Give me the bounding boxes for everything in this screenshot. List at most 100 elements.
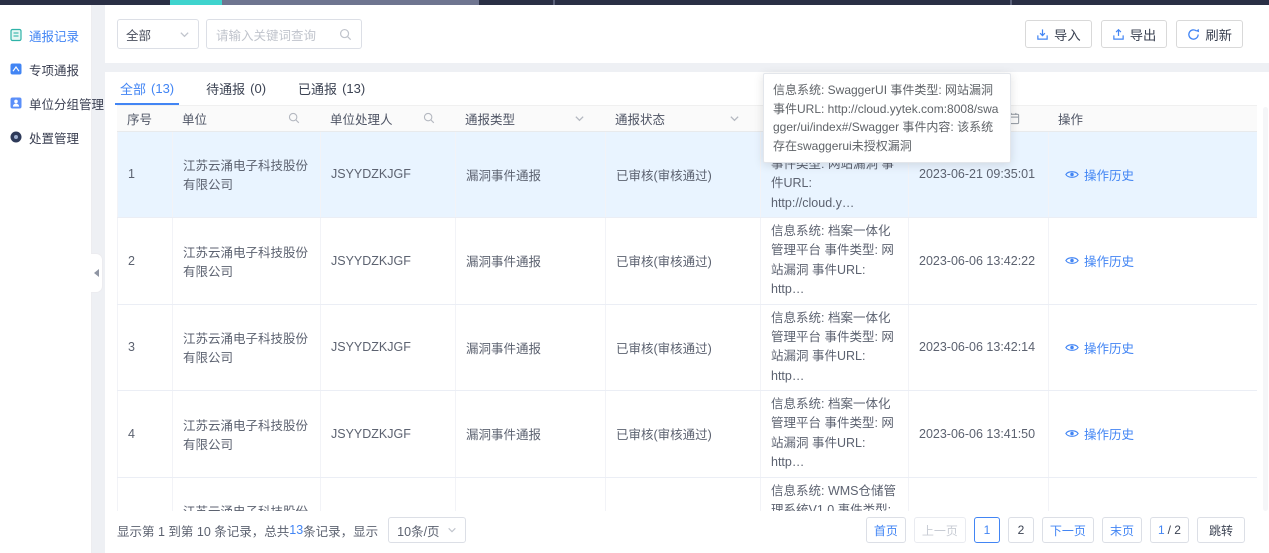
import-button[interactable]: 导入 — [1025, 20, 1092, 48]
cell-report-status: 已审核(审核通过) — [606, 477, 761, 511]
table-header: 序号 单位 单位处理人 通报类型 通报状态 操作 — [117, 106, 1257, 132]
operation-history-label: 操作历史 — [1084, 165, 1134, 184]
cell-report-type: 漏洞事件通报 — [456, 477, 606, 511]
cell-action: 操作历史 — [1049, 477, 1258, 511]
eye-icon — [1065, 428, 1079, 439]
tab-count: (13) — [342, 81, 365, 96]
total-pages: / 2 — [1168, 523, 1181, 537]
sidebar-item-disposal[interactable]: 处置管理 — [0, 120, 91, 154]
operation-history-link[interactable]: 操作历史 — [1059, 251, 1134, 270]
refresh-button[interactable]: 刷新 — [1176, 20, 1243, 48]
cell-index: 4 — [118, 391, 173, 478]
cell-org: 江苏云涌电子科技股份有限公司 — [173, 218, 321, 305]
import-icon — [1036, 28, 1049, 41]
cell-report-type: 漏洞事件通报 — [456, 132, 606, 218]
toolbar: 全部 请输入关键词查询 导入 导出 刷新 — [105, 5, 1269, 63]
cell-report-content: 信息系统: 档案一体化管理平台 事件类型: 网站漏洞 事件URL: http… — [761, 218, 909, 305]
operation-history-link[interactable]: 操作历史 — [1059, 165, 1134, 184]
sidebar-collapse-handle[interactable] — [91, 253, 103, 293]
column-header-type[interactable]: 通报类型 — [455, 106, 605, 131]
chevron-down-icon[interactable] — [574, 113, 585, 124]
cell-handler: JSYYDZKJGF — [321, 218, 456, 305]
chevron-down-icon — [179, 29, 190, 40]
tab-all[interactable]: 全部 (13) — [117, 72, 177, 105]
table-row[interactable]: 4 江苏云涌电子科技股份有限公司 JSYYDZKJGF 漏洞事件通报 已审核(审… — [118, 391, 1258, 478]
next-page-button[interactable]: 下一页 — [1042, 517, 1094, 543]
pagination-controls: 首页 上一页 1 2 下一页 末页 1 / 2 跳转 — [866, 517, 1245, 543]
tab-pending[interactable]: 待通报 (0) — [203, 72, 269, 105]
tab-count: (0) — [250, 81, 266, 96]
cell-report-time: 2023-06-06 13:42:14 — [909, 304, 1049, 391]
search-input[interactable]: 请输入关键词查询 — [206, 19, 362, 49]
table-row[interactable]: 3 江苏云涌电子科技股份有限公司 JSYYDZKJGF 漏洞事件通报 已审核(审… — [118, 304, 1258, 391]
previous-page-button[interactable]: 上一页 — [914, 517, 966, 543]
table-row[interactable]: 1 江苏云涌电子科技股份有限公司 JSYYDZKJGF 漏洞事件通报 已审核(审… — [118, 132, 1258, 218]
browser-tab-strip-segment — [222, 0, 479, 5]
column-header-handler[interactable]: 单位处理人 — [320, 106, 455, 131]
search-icon[interactable] — [288, 112, 300, 124]
table-scrollbar[interactable] — [1263, 107, 1268, 511]
operation-history-link[interactable]: 操作历史 — [1059, 424, 1134, 443]
page-size-select[interactable]: 10条/页 — [388, 517, 465, 543]
page-indicator: 1 / 2 — [1150, 517, 1189, 543]
operation-history-link[interactable]: 操作历史 — [1059, 338, 1134, 357]
cell-handler: JSYYDZKJGF — [321, 304, 456, 391]
collapse-arrow-icon — [94, 269, 99, 277]
page-button-1[interactable]: 1 — [974, 517, 1000, 543]
chevron-down-icon — [447, 525, 457, 535]
content-card: 全部 (13) 待通报 (0) 已通报 (13) 序号 单位 单位处理人 通报类… — [105, 72, 1269, 553]
browser-tab-strip-segment — [170, 0, 222, 5]
chevron-down-icon[interactable] — [729, 113, 740, 124]
cell-action: 操作历史 — [1049, 391, 1258, 478]
cell-handler: JSYYDZKJGF — [321, 391, 456, 478]
page-size-value: 10条/页 — [397, 521, 439, 540]
pagination-bar: 显示第 1 到第 10 条记录，总共13条记录，显示 10条/页 首页 上一页 … — [117, 515, 1257, 545]
sidebar: 通报记录 专项通报 单位分组管理 处置管理 — [0, 5, 92, 553]
sidebar-item-report-records[interactable]: 通报记录 — [0, 18, 91, 52]
page-button-2[interactable]: 2 — [1008, 517, 1034, 543]
eye-icon — [1065, 169, 1079, 180]
column-header-org[interactable]: 单位 — [172, 106, 320, 131]
cell-report-type: 漏洞事件通报 — [456, 218, 606, 305]
toolbar-buttons: 导入 导出 刷新 — [1025, 20, 1243, 48]
category-select[interactable]: 全部 — [117, 19, 199, 49]
table-row[interactable]: 2 江苏云涌电子科技股份有限公司 JSYYDZKJGF 漏洞事件通报 已审核(审… — [118, 218, 1258, 305]
export-button[interactable]: 导出 — [1101, 20, 1168, 48]
table-row[interactable]: 5 江苏云涌电子科技股份有限公司 JSYYDZKJGF 漏洞事件通报 已审核(审… — [118, 477, 1258, 511]
cell-org: 江苏云涌电子科技股份有限公司 — [173, 132, 321, 218]
sidebar-item-unit-group[interactable]: 单位分组管理 — [0, 86, 91, 120]
first-page-button[interactable]: 首页 — [866, 517, 906, 543]
data-table: 1 江苏云涌电子科技股份有限公司 JSYYDZKJGF 漏洞事件通报 已审核(审… — [117, 132, 1257, 511]
sidebar-item-special-report[interactable]: 专项通报 — [0, 52, 91, 86]
jump-button[interactable]: 跳转 — [1197, 517, 1245, 543]
operation-history-label: 操作历史 — [1084, 338, 1134, 357]
search-icon — [339, 28, 352, 41]
cell-report-status: 已审核(审核通过) — [606, 132, 761, 218]
tab-label: 待通报 — [206, 79, 245, 98]
table-header-row: 序号 单位 单位处理人 通报类型 通报状态 操作 — [117, 106, 1257, 131]
cell-action: 操作历史 — [1049, 132, 1258, 218]
eye-icon — [1065, 255, 1079, 266]
sidebar-item-label: 专项通报 — [29, 60, 79, 79]
record-summary-prefix: 显示第 1 到第 10 条记录，总共 — [117, 521, 289, 540]
table-body-scroll[interactable]: 1 江苏云涌电子科技股份有限公司 JSYYDZKJGF 漏洞事件通报 已审核(审… — [117, 132, 1257, 511]
cell-report-time: 2023-05-15 13:20:34 — [909, 477, 1049, 511]
tab-reported[interactable]: 已通报 (13) — [295, 72, 368, 105]
report-record-icon — [9, 28, 23, 42]
unit-group-icon — [9, 96, 23, 110]
column-header-status[interactable]: 通报状态 — [605, 106, 760, 131]
tooltip: 信息系统: SwaggerUI 事件类型: 网站漏洞 事件URL: http:/… — [763, 73, 1011, 163]
last-page-button[interactable]: 末页 — [1102, 517, 1142, 543]
search-icon[interactable] — [423, 112, 435, 124]
tab-count: (13) — [151, 81, 174, 96]
operation-history-label: 操作历史 — [1084, 251, 1134, 270]
cell-report-status: 已审核(审核通过) — [606, 391, 761, 478]
sidebar-item-label: 处置管理 — [29, 128, 79, 147]
cell-handler: JSYYDZKJGF — [321, 477, 456, 511]
cell-index: 3 — [118, 304, 173, 391]
operation-history-label: 操作历史 — [1084, 424, 1134, 443]
sidebar-item-label: 单位分组管理 — [29, 94, 104, 113]
cell-report-type: 漏洞事件通报 — [456, 304, 606, 391]
record-total-count: 13 — [289, 523, 303, 537]
cell-report-time: 2023-06-06 13:41:50 — [909, 391, 1049, 478]
